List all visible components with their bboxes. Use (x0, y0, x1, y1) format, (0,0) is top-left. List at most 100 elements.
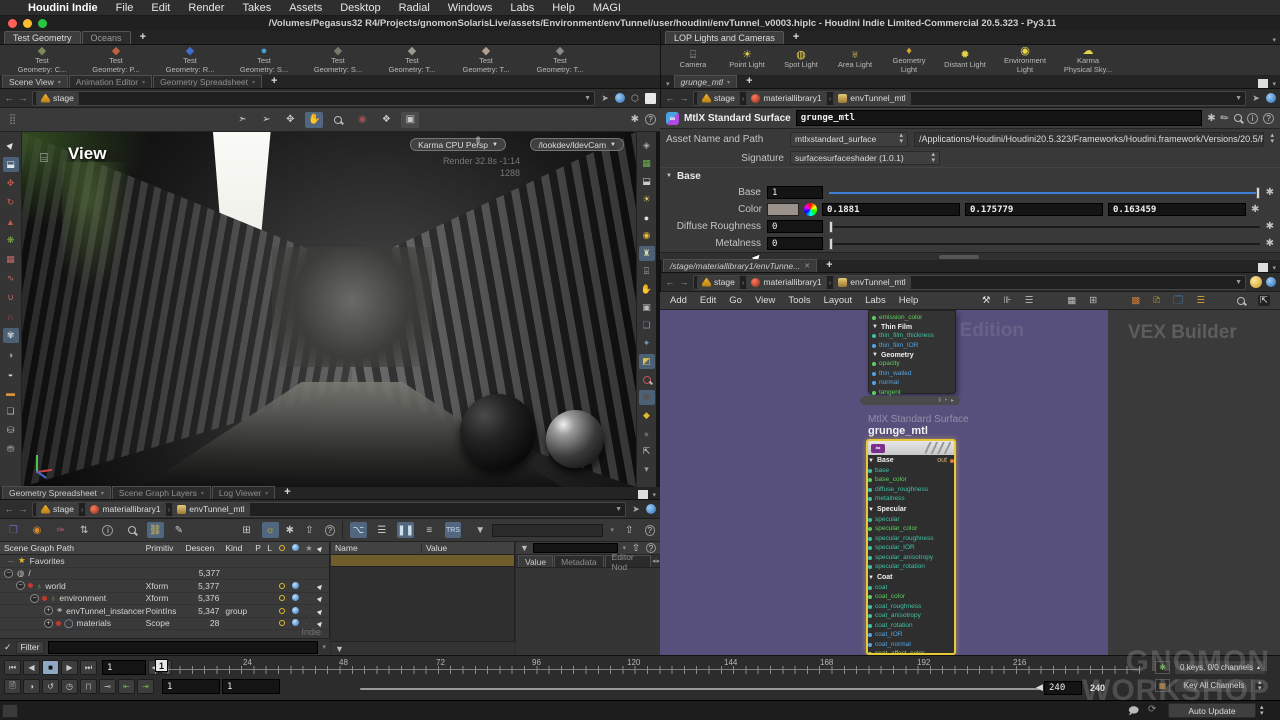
range-slider[interactable] (360, 685, 1040, 693)
layout-brush-icon[interactable]: ▬ (3, 385, 19, 400)
shelf-tool-testgeom-2[interactable]: ◆TestGeometry: P... (80, 46, 152, 74)
asset-name-dropdown[interactable]: mtlxstandard_surface▴▾ (790, 132, 908, 147)
spreadsheet-path[interactable]: stage› materiallibrary1› envTunnel_mtl ▼ (32, 502, 626, 517)
ss-help2-icon[interactable]: ? (645, 525, 655, 536)
refresh-icon[interactable]: ⟳ (1148, 704, 1156, 715)
color-b-field[interactable]: 0.163459 (1108, 203, 1246, 216)
scale-handle-icon[interactable]: ▲ (3, 214, 19, 229)
shelf-tool-area-light[interactable]: ♅Area Light (829, 50, 881, 70)
menu-takes[interactable]: Takes (242, 2, 271, 14)
viewport-help-icon[interactable]: ? (645, 114, 656, 125)
net-color-palette-icon[interactable]: ▩ (1131, 295, 1140, 306)
net-bundle-icon[interactable]: ☰ (1197, 295, 1206, 306)
lookdev-ball-icon[interactable]: ◑ (3, 347, 19, 362)
color-gear-icon[interactable]: ✱ (1251, 204, 1259, 215)
zoom-window-button[interactable] (38, 19, 47, 28)
metalness-gear-icon[interactable]: ✱ (1266, 238, 1274, 249)
render-inspect-icon[interactable] (639, 372, 655, 387)
camera-settings-icon[interactable]: ▣ (401, 112, 419, 128)
tab-scroll-left-icon[interactable]: ◂ (652, 557, 656, 565)
net-back-icon[interactable]: ← (665, 277, 675, 287)
shelf-tab-test-geometry[interactable]: Test Geometry (4, 31, 81, 44)
jump-start-button[interactable]: ⏮ (4, 660, 21, 675)
snap-curve-icon[interactable]: ∿ (3, 271, 19, 286)
menu-edit[interactable]: Edit (151, 2, 170, 14)
menu-assets[interactable]: Assets (289, 2, 322, 14)
nav-forward-icon[interactable]: → (18, 93, 28, 103)
prune-tool-icon[interactable]: ⛃ (3, 442, 19, 457)
ss-back-icon[interactable]: ← (4, 504, 14, 514)
prim-ball-icon[interactable]: ◉ (29, 522, 46, 538)
renderer-selector[interactable]: Karma CPU Persp▼ (410, 138, 506, 151)
col-kind[interactable]: Kind (225, 543, 255, 553)
value-funnel-icon[interactable]: ▼ (520, 543, 529, 553)
display-grid-icon[interactable]: ▦ (639, 156, 655, 171)
add-network-tab-button[interactable]: + (818, 258, 840, 272)
viewport-gear-icon[interactable]: ✱ (631, 114, 639, 125)
param-pane-max-icon[interactable] (1258, 79, 1268, 88)
diffuse-gear-icon[interactable]: ✱ (1266, 221, 1274, 232)
base-gear-icon[interactable]: ✱ (1266, 187, 1274, 198)
add-bottom-tab-button[interactable]: + (276, 485, 298, 499)
net-search-icon[interactable] (1237, 297, 1245, 305)
base-value-field[interactable]: 1 (767, 186, 823, 199)
tree-row-root[interactable]: −◍/ 5,377 (0, 568, 329, 581)
metalness-field[interactable]: 0 (767, 237, 823, 250)
shelf-tool-distant-light[interactable]: ✹Distant Light (937, 50, 993, 70)
shelf-tool-geometry-light[interactable]: ♦GeometryLight (883, 46, 935, 74)
net-ruler-icon[interactable]: ⊪ (1003, 295, 1011, 306)
link-orb-icon[interactable] (615, 93, 625, 103)
tree-filter-dd-icon[interactable]: ▾ (322, 643, 326, 651)
link-selection-icon[interactable]: ⛓ (147, 522, 164, 538)
range-lock-left-icon[interactable]: ⇤ (118, 679, 135, 694)
col-activation-icon[interactable] (292, 544, 299, 551)
view-mode-icon[interactable]: ✾ (3, 328, 19, 343)
shelf-tab-lop-lights[interactable]: LOP Lights and Cameras (665, 31, 784, 44)
signature-dropdown[interactable]: surfacesurfaceshader (1.0.1)▴▾ (790, 151, 940, 165)
param-path[interactable]: stage› materiallibrary1› envTunnel_mtl ▼ (693, 91, 1246, 106)
pose-tool-icon[interactable]: ❋ (3, 233, 19, 248)
render-region-icon[interactable]: ◉ (353, 112, 371, 128)
range-lock-right-icon[interactable]: ⇥ (137, 679, 154, 694)
col-p[interactable]: P (255, 543, 267, 553)
sun-icon[interactable]: ☼ (262, 522, 279, 538)
pane-maximize-icon[interactable] (638, 490, 648, 499)
ss-export2-icon[interactable]: ⇧ (621, 522, 638, 538)
headlight-icon[interactable]: ☀ (639, 192, 655, 207)
paint-overlay-icon[interactable]: ◩ (639, 354, 655, 369)
camera-view-icon[interactable]: ⌹ (639, 264, 655, 279)
snap-grid-icon[interactable]: ▦ (3, 252, 19, 267)
param-pin-icon[interactable]: ➤ (1250, 93, 1262, 104)
net-link-orb-icon[interactable] (1266, 277, 1276, 287)
param-search-icon[interactable] (1234, 114, 1242, 122)
tab-editor-node[interactable]: Editor Nod (605, 555, 651, 567)
add-pane-tab-button[interactable]: + (263, 74, 285, 88)
right-shelf-menu-icon[interactable]: ▾ (1272, 36, 1276, 44)
param-gear-icon[interactable]: ✱ (1207, 113, 1215, 124)
shelf-tool-testgeom-6[interactable]: ◆TestGeometry: T... (376, 46, 448, 74)
sliders-icon[interactable]: ⇅ (76, 522, 93, 538)
net-image-icon[interactable]: 🗔 (1173, 293, 1183, 309)
columns-view-icon[interactable]: ❚❚ (397, 522, 414, 538)
dark-cube-icon[interactable]: ⬢ (639, 390, 655, 405)
network-path[interactable]: stage› materiallibrary1› envTunnel_mtl ▼ (693, 275, 1246, 290)
frame-ruler[interactable]: 24 48 72 96 120 144 168 192 216 1 (155, 658, 1140, 678)
tab-scene-graph-layers[interactable]: Scene Graph Layers▾ (112, 486, 211, 499)
rotate-handle-icon[interactable]: ↻ (3, 195, 19, 210)
info-circle-icon[interactable]: i (100, 522, 117, 538)
net-tools-icon[interactable]: ⚒ (982, 295, 991, 306)
current-frame-field[interactable]: 1 (102, 660, 146, 675)
asset-path-field[interactable]: /Applications/Houdini/Houdini20.5.323/Fr… (914, 132, 1264, 147)
channel-scope-icon[interactable]: ✱ (1155, 661, 1170, 674)
nav-back-icon[interactable]: ← (4, 93, 14, 103)
diffuse-roughness-slider[interactable] (829, 226, 1260, 228)
scene-view-path[interactable]: stage ▼ (32, 91, 595, 106)
shelf-tool-testgeom-1[interactable]: ◆TestGeometry: C... (6, 46, 78, 74)
col-primitive[interactable]: Primitiv (146, 543, 186, 553)
tab-log-viewer[interactable]: Log Viewer▾ (212, 486, 275, 499)
menu-file[interactable]: File (116, 2, 134, 14)
param-back-icon[interactable]: ← (665, 93, 675, 103)
net-forward-icon[interactable]: → (679, 277, 689, 287)
close-window-button[interactable] (8, 19, 17, 28)
out-port[interactable] (950, 459, 954, 463)
